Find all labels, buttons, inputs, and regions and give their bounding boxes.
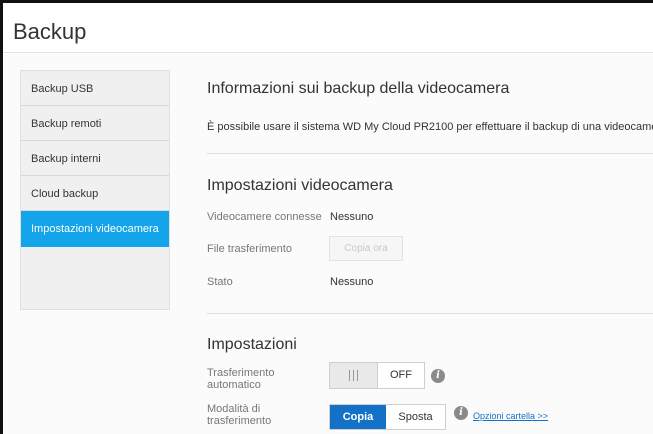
status-value: Nessuno — [330, 276, 374, 288]
divider — [207, 313, 653, 314]
info-icon[interactable]: i — [454, 406, 468, 420]
file-transfer-label: File trasferimento — [207, 243, 292, 255]
sidebar-item-backup-usb[interactable]: Backup USB — [21, 71, 169, 106]
info-section-title: Informazioni sui backup della videocamer… — [207, 80, 510, 97]
sidebar-item-backup-remoti[interactable]: Backup remoti — [21, 106, 169, 141]
transfer-mode-label: Modalità di trasferimento — [207, 403, 272, 427]
info-section-description: È possibile usare il sistema WD My Cloud… — [207, 121, 653, 133]
app-window: Backup Backup USB Backup remoti Backup i… — [0, 0, 653, 434]
settings-title: Impostazioni — [207, 336, 297, 353]
auto-transfer-label: Trasferimento automatico — [207, 367, 275, 391]
page-title: Backup — [13, 19, 87, 44]
mode-copy-button[interactable]: Copia — [330, 405, 386, 429]
copy-now-button[interactable]: Copia ora — [329, 236, 403, 261]
folder-options-link[interactable]: Opzioni cartella >> — [473, 411, 548, 421]
auto-transfer-toggle[interactable]: OFF — [329, 362, 425, 389]
divider — [207, 153, 653, 154]
connected-cameras-value: Nessuno — [330, 211, 374, 223]
mode-move-button[interactable]: Sposta — [386, 405, 445, 429]
sidebar-item-cloud-backup[interactable]: Cloud backup — [21, 176, 169, 211]
toggle-grip-icon — [330, 363, 378, 388]
toggle-state: OFF — [390, 369, 412, 381]
sidebar: Backup USB Backup remoti Backup interni … — [20, 70, 170, 310]
transfer-mode-selector: Copia Sposta — [329, 404, 446, 430]
camera-settings-title: Impostazioni videocamera — [207, 177, 393, 194]
connected-cameras-label: Videocamere connesse — [207, 211, 322, 223]
page-header: Backup — [3, 3, 653, 53]
sidebar-item-backup-interni[interactable]: Backup interni — [21, 141, 169, 176]
info-icon[interactable]: i — [431, 369, 445, 383]
sidebar-item-impostazioni-videocamera[interactable]: Impostazioni videocamera — [21, 211, 169, 247]
status-label: Stato — [207, 276, 233, 288]
